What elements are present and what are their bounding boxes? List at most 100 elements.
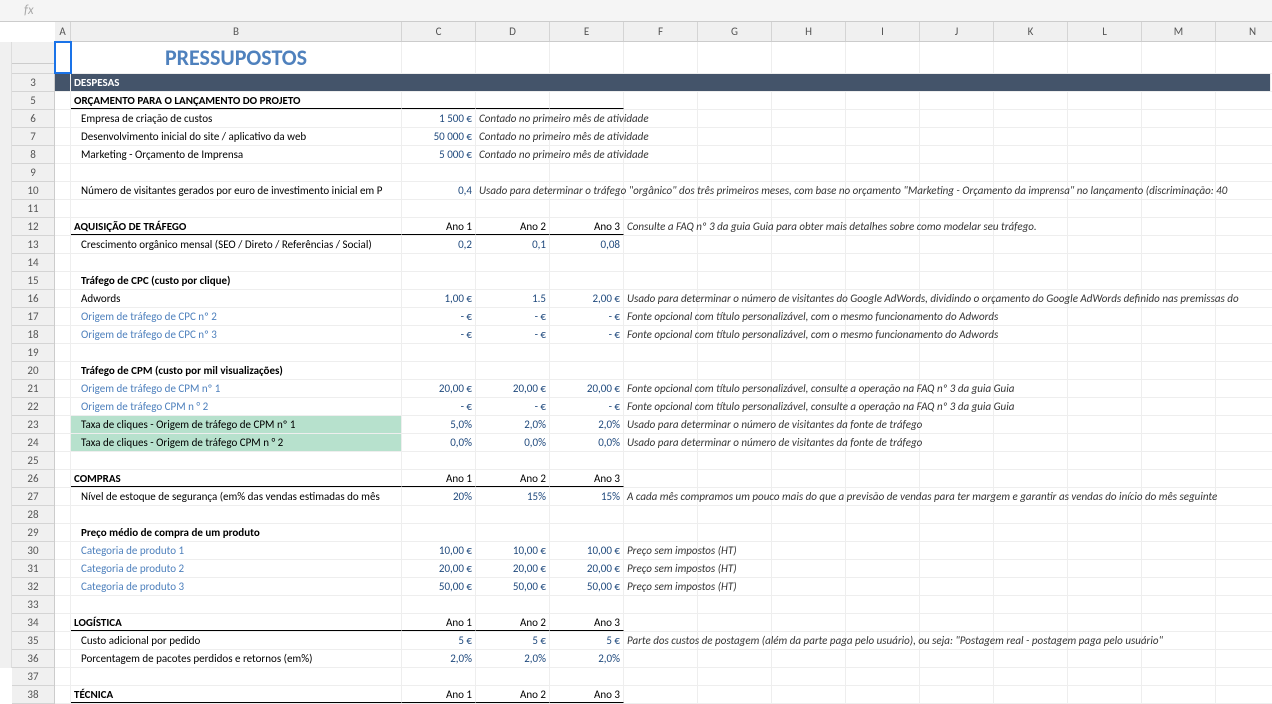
row-hdr-27[interactable]: 27 [12, 488, 54, 506]
compras-header[interactable]: COMPRAS [71, 470, 402, 487]
col-hdr-L[interactable]: L [1068, 22, 1142, 41]
logistica-header[interactable]: LOGÍSTICA [71, 614, 402, 631]
cell-value[interactable]: 2,0% [476, 416, 550, 433]
col-hdr-N[interactable]: N [1216, 22, 1272, 41]
col-hdr-I[interactable]: I [846, 22, 920, 41]
cell-label[interactable]: Adwords [71, 290, 402, 307]
row-hdr-22[interactable]: 22 [12, 398, 54, 416]
row-hdr-34[interactable]: 34 [12, 614, 54, 632]
cell-value[interactable]: 2,0% [550, 416, 624, 433]
year-3[interactable]: Ano 3 [550, 614, 624, 631]
cell-value[interactable]: 5 € [476, 632, 550, 649]
cell-note[interactable]: Fonte opcional com título personalizável… [624, 380, 698, 397]
tecnica-header[interactable]: TÉCNICA [71, 686, 402, 703]
cell-note[interactable]: Contado no primeiro mês de atividade [476, 128, 550, 145]
cell-label[interactable]: Categoria de produto 2 [71, 560, 402, 577]
cell-value[interactable]: - € [476, 308, 550, 325]
year-2[interactable]: Ano 2 [476, 218, 550, 235]
cell-value[interactable]: 5,0% [402, 416, 476, 433]
year-1[interactable]: Ano 1 [402, 686, 476, 703]
cell-A1[interactable] [55, 42, 71, 73]
row-hdr-26[interactable]: 26 [12, 470, 54, 488]
cell-label[interactable]: Taxa de cliques - Origem de tráfego CPM … [71, 434, 402, 451]
formula-bar[interactable]: fx [0, 0, 1272, 22]
row-hdr-23[interactable]: 23 [12, 416, 54, 434]
cell-value[interactable]: 0,0% [476, 434, 550, 451]
cell-note[interactable]: Usado para determinar o número de visita… [624, 416, 698, 433]
row-hdr-21[interactable]: 21 [12, 380, 54, 398]
year-2[interactable]: Ano 2 [476, 470, 550, 487]
cell-value[interactable]: 0,08 [550, 236, 624, 253]
cell-value[interactable]: 0,4 [402, 182, 476, 199]
col-hdr-J[interactable]: J [920, 22, 994, 41]
cell-value[interactable]: 2,00 € [550, 290, 624, 307]
row-hdr-15[interactable]: 15 [12, 272, 54, 290]
cell-value[interactable]: 20,00 € [476, 560, 550, 577]
cell-value[interactable]: 0,2 [402, 236, 476, 253]
sub-header[interactable]: Tráfego de CPC (custo por clique) [71, 272, 402, 289]
cell-label[interactable]: Origem de tráfego de CPC nº 3 [71, 326, 402, 343]
cell-label[interactable]: Origem de tráfego CPM n ° 2 [71, 398, 402, 415]
row-hdr-16[interactable]: 16 [12, 290, 54, 308]
cell-value[interactable]: - € [402, 326, 476, 343]
cell-value[interactable]: 1 500 € [402, 110, 476, 127]
cell-value[interactable]: 50,00 € [402, 578, 476, 595]
cell-value[interactable]: 50 000 € [402, 128, 476, 145]
cell-value[interactable]: 20,00 € [402, 560, 476, 577]
cell-label[interactable]: Desenvolvimento inicial do site / aplica… [71, 128, 402, 145]
row-hdr-14[interactable]: 14 [12, 254, 54, 272]
cell-note[interactable]: Contado no primeiro mês de atividade [476, 146, 550, 163]
cell-note[interactable]: Preço sem impostos (HT) [624, 578, 698, 595]
orcamento-header[interactable]: ORÇAMENTO PARA O LANÇAMENTO DO PROJETO [71, 92, 402, 109]
cell-note[interactable]: Contado no primeiro mês de atividade [476, 110, 550, 127]
row-hdr-6[interactable]: 6 [12, 110, 54, 128]
despesas-header[interactable]: DESPESAS [71, 74, 1271, 91]
cell-value[interactable]: 1,00 € [402, 290, 476, 307]
cell-value[interactable]: 15% [550, 488, 624, 505]
col-hdr-H[interactable]: H [772, 22, 846, 41]
cell-value[interactable]: 2,0% [402, 650, 476, 667]
cell-note[interactable]: Preço sem impostos (HT) [624, 542, 698, 559]
row-hdr-3[interactable]: 3 [12, 74, 54, 92]
cell-note[interactable]: Usado para determinar o número de visita… [624, 290, 698, 307]
row-hdr-12[interactable]: 12 [12, 218, 54, 236]
cell-value[interactable]: 10,00 € [402, 542, 476, 559]
cell-note[interactable]: Preço sem impostos (HT) [624, 560, 698, 577]
row-hdr-5[interactable]: 5 [12, 92, 54, 110]
row-hdr-31[interactable]: 31 [12, 560, 54, 578]
cell-note[interactable]: A cada mês compramos um pouco mais do qu… [624, 488, 698, 505]
cell-label[interactable]: Porcentagem de pacotes perdidos e retorn… [71, 650, 402, 667]
cell-value[interactable]: - € [550, 326, 624, 343]
cell-value[interactable]: 0,0% [550, 434, 624, 451]
col-hdr-E[interactable]: E [550, 22, 624, 41]
cell-note[interactable]: Fonte opcional com título personalizável… [624, 398, 698, 415]
year-3[interactable]: Ano 3 [550, 470, 624, 487]
cell-value[interactable]: - € [550, 398, 624, 415]
row-hdr-18[interactable]: 18 [12, 326, 54, 344]
row-hdr-35[interactable]: 35 [12, 632, 54, 650]
cell-note[interactable]: Fonte opcional com título personalizável… [624, 308, 698, 325]
cell-label[interactable]: Número de visitantes gerados por euro de… [71, 182, 402, 199]
cell-value[interactable]: 20% [402, 488, 476, 505]
row-hdr-33[interactable]: 33 [12, 596, 54, 614]
row-hdr-36[interactable]: 36 [12, 650, 54, 668]
col-hdr-K[interactable]: K [994, 22, 1068, 41]
row-hdr-19[interactable]: 19 [12, 344, 54, 362]
col-hdr-G[interactable]: G [698, 22, 772, 41]
row-hdr-11[interactable]: 11 [12, 200, 54, 218]
cell-value[interactable]: 50,00 € [476, 578, 550, 595]
cell-value[interactable]: 1.5 [476, 290, 550, 307]
row-hdr-28[interactable]: 28 [12, 506, 54, 524]
cell-value[interactable]: 0,0% [402, 434, 476, 451]
sub-header[interactable]: Preço médio de compra de um produto [71, 524, 402, 541]
col-hdr-B[interactable]: B [71, 22, 402, 41]
row-hdr-13[interactable]: 13 [12, 236, 54, 254]
spreadsheet-grid[interactable]: PRESSUPOSTOS DESPESAS ORÇAMENTO PARA O L… [55, 42, 1272, 704]
cell-value[interactable]: 0,1 [476, 236, 550, 253]
cell-label[interactable]: Taxa de cliques - Origem de tráfego de C… [71, 416, 402, 433]
col-hdr-F[interactable]: F [624, 22, 698, 41]
year-1[interactable]: Ano 1 [402, 218, 476, 235]
cell-label[interactable]: Custo adicional por pedido [71, 632, 402, 649]
year-3[interactable]: Ano 3 [550, 686, 624, 703]
cell-value[interactable]: - € [476, 398, 550, 415]
